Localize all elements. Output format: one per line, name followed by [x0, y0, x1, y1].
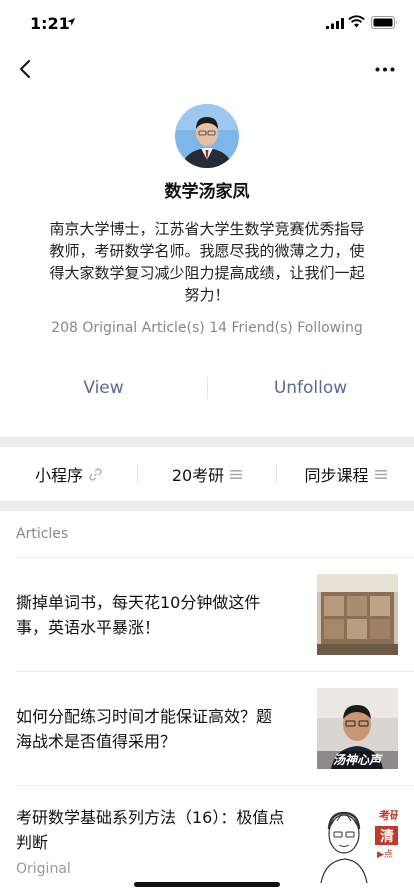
unfollow-button[interactable]: Unfollow — [207, 368, 414, 408]
profile-stats: 208 Original Article(s) 14 Friend(s) Fol… — [51, 320, 363, 336]
action-row: View Unfollow — [0, 368, 414, 408]
link-icon — [89, 467, 102, 481]
profile-bio: 南京大学博士，江苏省大学生数学竞赛优秀指导教师，考研数学名师。我愿尽我的微薄之力… — [49, 220, 365, 304]
article-thumbnail: 汤神心声 — [317, 688, 398, 769]
profile-name: 数学汤家凤 — [164, 182, 250, 202]
menu-lines-icon — [374, 469, 387, 480]
home-indicator[interactable] — [134, 882, 280, 887]
thumbnail-caption: 考研 — [379, 808, 398, 822]
menu-item-sync-courses[interactable]: 同步课程 — [277, 447, 414, 501]
status-bar: 1:21 — [0, 0, 414, 46]
menu-item-miniprogram[interactable]: 小程序 — [0, 447, 137, 501]
location-arrow-icon — [67, 18, 75, 26]
avatar[interactable] — [175, 104, 239, 168]
chevron-left-icon — [20, 60, 30, 78]
article-title: 撕掉单词书，每天花10分钟做这件事，英语水平暴涨！ — [16, 593, 261, 637]
menu-item-label: 20考研 — [171, 466, 225, 485]
thumbnail-caption: 清 — [380, 828, 394, 845]
menu-item-20kaoyan[interactable]: 20考研 — [138, 447, 276, 501]
section-gap — [0, 501, 414, 511]
battery-icon — [371, 16, 397, 29]
article-item[interactable]: 考研数学基础系列方法（16）：极值点判断 Original 考研 清 ▶点 — [0, 785, 414, 896]
article-thumbnail — [317, 574, 398, 655]
nav-bar — [0, 46, 414, 90]
thumbnail-caption: 汤神心声 — [333, 753, 383, 767]
menu-item-label: 小程序 — [34, 466, 83, 485]
menu-item-label: 同步课程 — [304, 466, 369, 485]
more-dots-icon — [375, 67, 395, 71]
article-item[interactable]: 如何分配练习时间才能保证高效？题海战术是否值得采用？ 汤神心声 — [0, 671, 414, 785]
article-title: 考研数学基础系列方法（16）：极值点判断 — [16, 808, 285, 852]
article-thumbnail: 考研 清 ▶点 — [317, 799, 398, 883]
thumbnail-caption: ▶点 — [377, 849, 393, 860]
article-title: 如何分配练习时间才能保证高效？题海战术是否值得采用？ — [16, 707, 273, 751]
article-tag: Original — [16, 861, 71, 877]
article-item[interactable]: 撕掉单词书，每天花10分钟做这件事，英语水平暴涨！ — [0, 557, 414, 671]
wifi-icon — [348, 15, 365, 28]
cellular-signal-icon — [326, 18, 344, 29]
section-gap — [0, 437, 414, 447]
view-button[interactable]: View — [0, 368, 207, 408]
articles-heading: Articles — [16, 526, 69, 542]
account-menu: 小程序 20考研 同步课程 — [0, 447, 414, 501]
back-button[interactable] — [10, 54, 40, 84]
status-time: 1:21 — [30, 14, 70, 33]
menu-lines-icon — [230, 469, 243, 480]
more-button[interactable] — [370, 54, 400, 84]
